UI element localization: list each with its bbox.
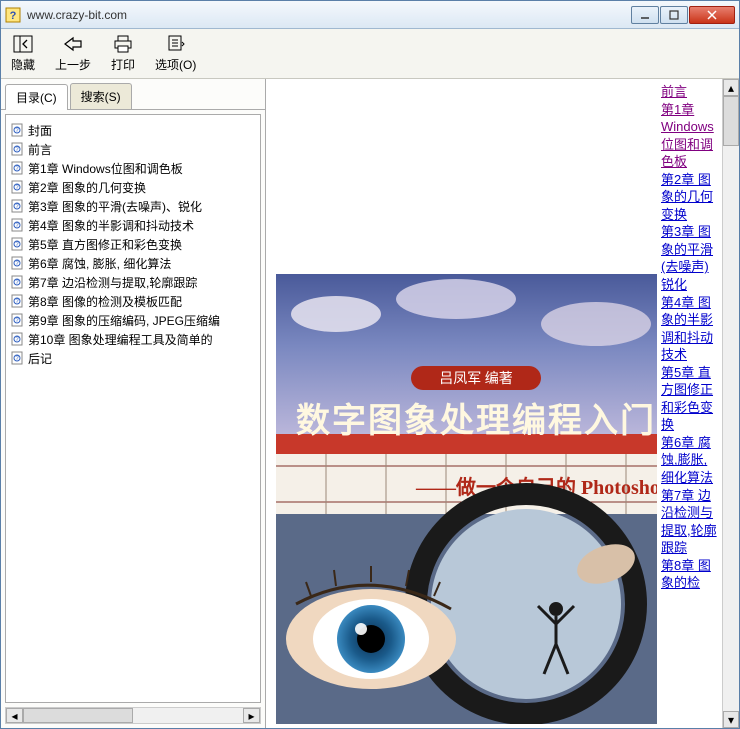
tab-search[interactable]: 搜索(S) — [70, 83, 132, 109]
toolbar: 隐藏 上一步 打印 选项(O) — [1, 29, 739, 79]
cover-area: 吕凤军 编著 数字图象处理编程入门 ——做一个自己的 Photoshop — [266, 79, 657, 728]
chapter-link[interactable]: 第5章 直方图修正和彩色变换 — [661, 364, 718, 434]
tree-item-label: 第7章 边沿检测与提取,轮廓跟踪 — [28, 274, 197, 291]
tab-contents[interactable]: 目录(C) — [5, 84, 68, 110]
close-button[interactable] — [689, 6, 735, 24]
chapter-link[interactable]: 第4章 图象的半影调和抖动技术 — [661, 294, 718, 364]
content-scrollbar-vertical[interactable]: ▴ ▾ — [722, 79, 739, 728]
tree-item[interactable]: ?第4章 图象的半影调和抖动技术 — [10, 216, 256, 235]
scroll-thumb[interactable] — [23, 708, 133, 723]
titlebar: ? www.crazy-bit.com — [1, 1, 739, 29]
hide-icon — [13, 34, 33, 54]
tree-item[interactable]: ?前言 — [10, 140, 256, 159]
tree-item-label: 第6章 腐蚀, 膨胀, 细化算法 — [28, 255, 171, 272]
body-area: 目录(C) 搜索(S) ?封面?前言?第1章 Windows位图和调色板?第2章… — [1, 79, 739, 728]
tree-item-label: 后记 — [28, 350, 52, 367]
tree-item[interactable]: ?第2章 图象的几何变换 — [10, 178, 256, 197]
chapter-link[interactable]: 第2章 图象的几何变换 — [661, 171, 718, 224]
scroll-up-arrow[interactable]: ▴ — [723, 79, 739, 96]
book-cover-image: 吕凤军 编著 数字图象处理编程入门 ——做一个自己的 Photoshop — [276, 274, 657, 724]
tree-item[interactable]: ?第1章 Windows位图和调色板 — [10, 159, 256, 178]
tree-item-label: 第9章 图象的压缩编码, JPEG压缩编 — [28, 312, 220, 329]
scroll-down-arrow[interactable]: ▾ — [723, 711, 739, 728]
tree-item[interactable]: ?第10章 图象处理编程工具及简单的 — [10, 330, 256, 349]
options-button[interactable]: 选项(O) — [155, 34, 196, 73]
chapter-link[interactable]: 第1章 — [661, 101, 718, 119]
chapter-link[interactable]: 第3章 图象的平滑(去噪声)锐化 — [661, 223, 718, 293]
tree-item-label: 第1章 Windows位图和调色板 — [28, 160, 183, 177]
scroll-thumb-vertical[interactable] — [723, 96, 739, 146]
tree-item[interactable]: ?后记 — [10, 349, 256, 368]
tree-item-label: 第10章 图象处理编程工具及简单的 — [28, 331, 213, 348]
tree-item-label: 第8章 图像的检测及模板匹配 — [28, 293, 182, 310]
minimize-button[interactable] — [631, 6, 659, 24]
tree-item-label: 第5章 直方图修正和彩色变换 — [28, 236, 182, 253]
tree-item[interactable]: ?第8章 图像的检测及模板匹配 — [10, 292, 256, 311]
tree-item-label: 第3章 图象的平滑(去噪声)、锐化 — [28, 198, 202, 215]
content-pane: 吕凤军 编著 数字图象处理编程入门 ——做一个自己的 Photoshop — [266, 79, 739, 728]
window-controls — [631, 6, 735, 24]
back-button[interactable]: 上一步 — [55, 34, 91, 73]
svg-text:?: ? — [10, 10, 17, 22]
contents-tree[interactable]: ?封面?前言?第1章 Windows位图和调色板?第2章 图象的几何变换?第3章… — [5, 114, 261, 703]
tree-item[interactable]: ?第9章 图象的压缩编码, JPEG压缩编 — [10, 311, 256, 330]
window-title: www.crazy-bit.com — [27, 8, 631, 22]
hide-button[interactable]: 隐藏 — [11, 34, 35, 73]
chapter-link[interactable]: Windows位图和调色板 — [661, 118, 718, 171]
help-icon: ? — [5, 7, 21, 23]
tree-item-label: 封面 — [28, 122, 52, 139]
chapter-links: 前言第1章Windows位图和调色板第2章 图象的几何变换第3章 图象的平滑(去… — [657, 79, 722, 728]
chapter-link[interactable]: 第8章 图象的检 — [661, 557, 718, 592]
chapter-link[interactable]: 前言 — [661, 83, 718, 101]
tree-scrollbar-horizontal[interactable]: ◂ ▸ — [5, 707, 261, 724]
svg-text:吕凤军 编著: 吕凤军 编著 — [439, 371, 513, 387]
chm-window: ? www.crazy-bit.com 隐藏 上一步 打印 选项(O) 目录( — [0, 0, 740, 729]
chapter-link[interactable]: 第6章 腐蚀,膨胀,细化算法 — [661, 434, 718, 487]
tree-item-label: 第2章 图象的几何变换 — [28, 179, 146, 196]
back-icon — [63, 34, 83, 54]
chapter-link[interactable]: 第7章 边沿检测与提取,轮廓跟踪 — [661, 487, 718, 557]
tree-item-label: 第4章 图象的半影调和抖动技术 — [28, 217, 194, 234]
print-icon — [113, 34, 133, 54]
tree-item[interactable]: ?第6章 腐蚀, 膨胀, 细化算法 — [10, 254, 256, 273]
tree-item[interactable]: ?第7章 边沿检测与提取,轮廓跟踪 — [10, 273, 256, 292]
options-icon — [166, 34, 186, 54]
tree-item-label: 前言 — [28, 141, 52, 158]
scroll-left-arrow[interactable]: ◂ — [6, 708, 23, 723]
print-button[interactable]: 打印 — [111, 34, 135, 73]
navigation-pane: 目录(C) 搜索(S) ?封面?前言?第1章 Windows位图和调色板?第2章… — [1, 79, 266, 728]
scroll-right-arrow[interactable]: ▸ — [243, 708, 260, 723]
maximize-button[interactable] — [660, 6, 688, 24]
svg-text:数字图象处理编程入门: 数字图象处理编程入门 — [296, 402, 656, 440]
tree-item[interactable]: ?第3章 图象的平滑(去噪声)、锐化 — [10, 197, 256, 216]
tree-item[interactable]: ?第5章 直方图修正和彩色变换 — [10, 235, 256, 254]
nav-tabs: 目录(C) 搜索(S) — [1, 79, 265, 110]
tree-item[interactable]: ?封面 — [10, 121, 256, 140]
